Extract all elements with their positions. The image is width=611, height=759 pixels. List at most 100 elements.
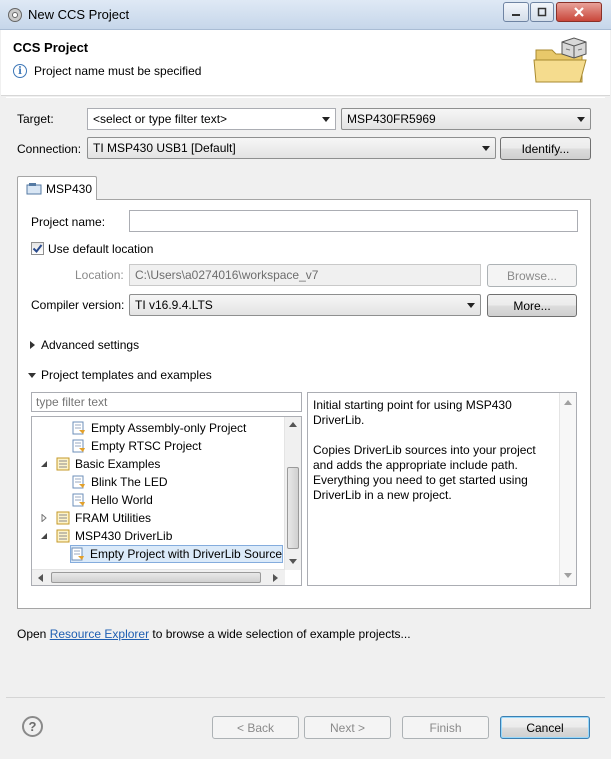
resource-line-suffix: to browse a wide selection of example pr… [149, 627, 411, 641]
description-scrollbar[interactable] [559, 393, 576, 585]
back-button[interactable]: < Back [212, 716, 299, 739]
target-device-combo[interactable]: MSP430FR5969 [341, 108, 591, 130]
project-name-field[interactable] [129, 210, 578, 232]
tree-item-label: Empty Assembly-only Project [91, 421, 247, 435]
tree-item[interactable]: Basic Examples [40, 455, 160, 473]
help-icon[interactable]: ? [22, 716, 43, 737]
template-icon [71, 547, 85, 561]
tree-item-label: FRAM Utilities [75, 511, 152, 525]
target-filter-combo[interactable]: <select or type filter text> [87, 108, 336, 130]
minimize-button[interactable] [503, 2, 529, 22]
info-icon: i [13, 64, 27, 78]
chevron-down-icon [577, 117, 585, 122]
project-name-label: Project name: [31, 215, 106, 229]
next-button[interactable]: Next > [304, 716, 391, 739]
tree-item[interactable]: Empty Assembly-only Project [72, 419, 246, 437]
scroll-up-icon[interactable] [289, 421, 297, 427]
ccs-app-icon [8, 8, 22, 22]
description-paragraph: Copies DriverLib sources into your proje… [313, 443, 536, 502]
advanced-settings-toggle[interactable] [30, 341, 35, 349]
tree-item[interactable]: FRAM Utilities [40, 509, 151, 527]
tab-label: MSP430 [46, 182, 93, 196]
minimize-icon [512, 14, 520, 16]
maximize-icon [537, 7, 547, 17]
template-icon [72, 493, 86, 507]
tree-item-label: MSP430 DriverLib [75, 529, 173, 543]
board-icon [26, 183, 42, 195]
window-title: New CCS Project [28, 7, 130, 22]
resource-explorer-line: Open Resource Explorer to browse a wide … [17, 627, 411, 641]
location-label: Location: [75, 268, 124, 282]
expanded-twisty-icon[interactable] [40, 529, 50, 543]
chevron-down-icon [322, 117, 330, 122]
compiler-version-label: Compiler version: [31, 298, 125, 312]
page-title: CCS Project [13, 40, 89, 55]
template-icon [72, 421, 86, 435]
tree-item[interactable]: Blink The LED [72, 473, 167, 491]
identify-button[interactable]: Identify... [500, 137, 591, 160]
more-button[interactable]: More... [487, 294, 577, 317]
footer-separator [6, 697, 605, 698]
tree-item-label: Basic Examples [75, 457, 161, 471]
scroll-left-icon[interactable] [37, 574, 43, 582]
tab-msp430[interactable]: MSP430 [17, 176, 97, 200]
use-default-location-label: Use default location [48, 242, 154, 256]
tree-item[interactable]: Empty RTSC Project [72, 437, 201, 455]
use-default-location-checkbox[interactable] [31, 242, 44, 255]
browse-button[interactable]: Browse... [487, 264, 577, 287]
scroll-down-icon[interactable] [289, 559, 297, 565]
template-tree[interactable]: Empty Assembly-only Project Empty RTSC Pr… [31, 416, 302, 586]
template-description-panel: Initial starting point for using MSP430 … [307, 392, 577, 586]
connection-combo[interactable]: TI MSP430 USB1 [Default] [87, 137, 496, 159]
resource-line-prefix: Open [17, 627, 50, 641]
compiler-version-value: TI v16.9.4.LTS [135, 298, 213, 312]
maximize-button[interactable] [530, 2, 554, 22]
project-folder-banner-icon [533, 37, 587, 83]
target-label: Target: [17, 112, 54, 126]
chevron-down-icon [28, 373, 36, 378]
tree-horizontal-scrollbar[interactable] [32, 569, 285, 585]
example-folder-icon [56, 529, 70, 543]
chevron-down-icon [482, 146, 490, 151]
tree-item[interactable]: Hello World [72, 491, 153, 509]
tree-item-label: Blink The LED [91, 475, 168, 489]
connection-value: TI MSP430 USB1 [Default] [93, 141, 236, 155]
template-filter-input[interactable] [31, 392, 302, 412]
location-field[interactable]: C:\Users\a0274016\workspace_v7 [129, 264, 481, 286]
tree-item-label: Hello World [91, 493, 153, 507]
tree-item[interactable]: MSP430 DriverLib [40, 527, 172, 545]
templates-section-label[interactable]: Project templates and examples [41, 368, 212, 382]
tree-item-label: Empty Project with DriverLib Source [90, 547, 283, 561]
collapsed-twisty-icon[interactable] [40, 511, 50, 525]
scroll-down-icon[interactable] [564, 573, 572, 579]
chevron-down-icon [467, 303, 475, 308]
chevron-right-icon [30, 341, 35, 349]
tree-vscroll-thumb[interactable] [287, 467, 299, 549]
header-separator [6, 97, 605, 98]
scroll-right-icon[interactable] [273, 574, 279, 582]
example-folder-icon [56, 457, 70, 471]
close-button[interactable] [556, 2, 602, 22]
template-icon [72, 439, 86, 453]
expanded-twisty-icon[interactable] [40, 457, 50, 471]
tree-hscroll-thumb[interactable] [51, 572, 261, 583]
template-icon [72, 475, 86, 489]
scroll-up-icon[interactable] [564, 399, 572, 405]
example-folder-icon [56, 511, 70, 525]
description-paragraph: Initial starting point for using MSP430 … [313, 398, 512, 427]
compiler-version-combo[interactable]: TI v16.9.4.LTS [129, 294, 481, 316]
close-icon [574, 7, 584, 17]
target-device-value: MSP430FR5969 [347, 112, 436, 126]
advanced-settings-label[interactable]: Advanced settings [41, 338, 139, 352]
target-filter-value: <select or type filter text> [93, 112, 228, 126]
cancel-button[interactable]: Cancel [500, 716, 590, 739]
tree-item[interactable]: Empty Project with DriverLib Source [70, 545, 283, 563]
connection-label: Connection: [17, 142, 82, 156]
dialog-header [1, 30, 610, 96]
header-message: Project name must be specified [34, 64, 202, 78]
resource-explorer-link[interactable]: Resource Explorer [50, 627, 149, 641]
tree-item-label: Empty RTSC Project [91, 439, 202, 453]
tree-vertical-scrollbar[interactable] [284, 417, 301, 570]
templates-toggle[interactable] [28, 373, 36, 378]
finish-button[interactable]: Finish [402, 716, 489, 739]
